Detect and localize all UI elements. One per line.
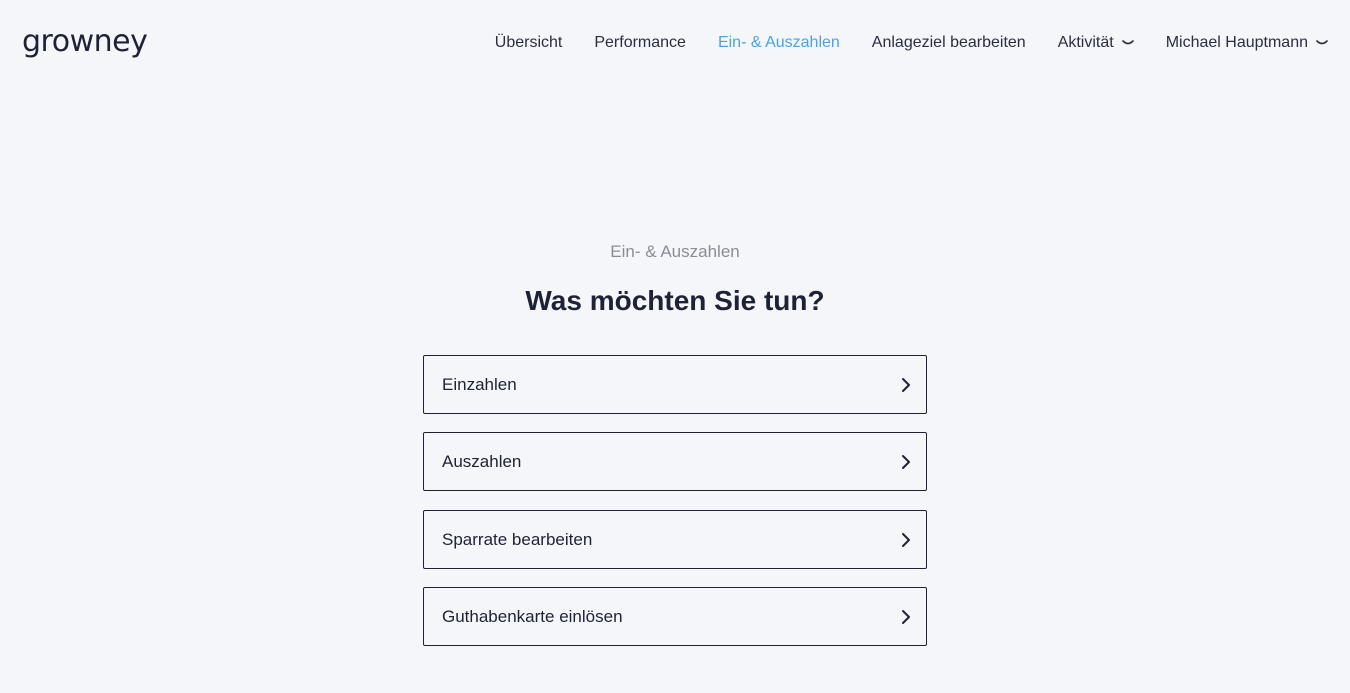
option-sparrate-bearbeiten[interactable]: Sparrate bearbeiten xyxy=(423,510,927,569)
option-label: Einzahlen xyxy=(442,374,517,394)
nav-item-label: Performance xyxy=(594,34,686,51)
nav-item-label: Michael Hauptmann xyxy=(1165,34,1308,51)
nav-item-label: Aktivität xyxy=(1057,34,1114,51)
option-label: Auszahlen xyxy=(442,451,522,471)
chevron-down-icon xyxy=(1121,40,1134,45)
nav-item-uebersicht[interactable]: Übersicht xyxy=(495,33,563,53)
option-label: Sparrate bearbeiten xyxy=(442,529,593,549)
nav-item-user-menu[interactable]: Michael Hauptmann xyxy=(1166,33,1328,53)
chevron-right-icon xyxy=(902,454,910,469)
nav-item-label: Ein- & Auszahlen xyxy=(717,34,840,51)
top-header: growney Übersicht Performance Ein- & Aus… xyxy=(0,0,1350,86)
nav-item-aktivitaet[interactable]: Aktivität xyxy=(1058,33,1134,53)
option-auszahlen[interactable]: Auszahlen xyxy=(423,432,927,491)
nav-item-anlageziel[interactable]: Anlageziel bearbeiten xyxy=(872,33,1026,53)
nav-item-performance[interactable]: Performance xyxy=(594,33,686,53)
growney-logo[interactable]: growney xyxy=(22,24,148,60)
page-subtitle: Ein- & Auszahlen xyxy=(610,242,740,261)
option-guthabenkarte-einloesen[interactable]: Guthabenkarte einlösen xyxy=(423,587,927,646)
nav-item-ein-auszahlen[interactable]: Ein- & Auszahlen xyxy=(718,33,840,53)
chevron-right-icon xyxy=(902,377,910,392)
chevron-right-icon xyxy=(902,532,910,547)
option-einzahlen[interactable]: Einzahlen xyxy=(423,355,927,414)
main-nav: Übersicht Performance Ein- & Auszahlen A… xyxy=(495,33,1328,53)
nav-item-label: Übersicht xyxy=(494,34,563,51)
chevron-down-icon xyxy=(1316,40,1328,45)
nav-item-label: Anlageziel bearbeiten xyxy=(871,34,1026,51)
page-title: Was möchten Sie tun? xyxy=(525,285,825,316)
chevron-right-icon xyxy=(902,609,910,624)
option-label: Guthabenkarte einlösen xyxy=(442,606,623,626)
